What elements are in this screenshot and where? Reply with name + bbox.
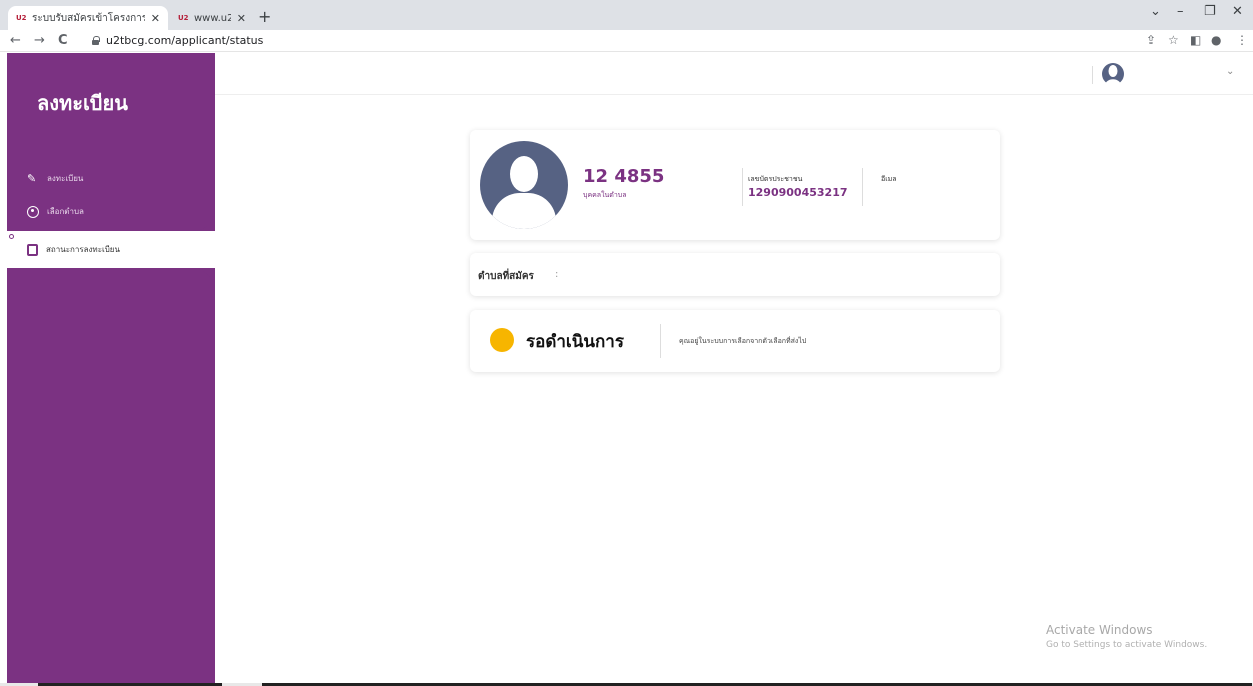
sidebar-upper: ลงทะเบียน ✎ ลงทะเบียน เลือกตำบล [7, 53, 215, 231]
district-card: ตำบลที่สมัคร : [470, 253, 1000, 296]
maximize-button[interactable]: ❐ [1204, 4, 1216, 19]
pencil-icon: ✎ [27, 171, 37, 185]
pending-status-icon [490, 328, 514, 352]
browser-tab-active[interactable]: U2 ระบบรับสมัครเข้าโครงการ U2T BCG ✕ [8, 6, 168, 30]
profile-card: 12 4855 บุคคลในตำบล เลขบัตรประชาชน 12909… [470, 130, 1000, 240]
email-label: อีเมล [881, 175, 897, 183]
sidepanel-icon[interactable]: ◧ [1190, 33, 1201, 47]
sidebar-item-label: ลงทะเบียน [47, 174, 84, 183]
sidebar-item-label: เลือกตำบล [47, 207, 84, 216]
back-button[interactable]: ← [10, 33, 21, 48]
district-label: ตำบลที่สมัคร [478, 271, 534, 282]
sidebar-item-registration-status[interactable]: สถานะการลงทะเบียน [7, 231, 215, 268]
header-divider [1092, 66, 1093, 84]
divider [660, 324, 661, 358]
share-icon[interactable]: ⇪ [1146, 33, 1156, 47]
browser-tab[interactable]: U2 www.u2t.ac.th | 522: Connection ✕ [170, 6, 254, 30]
address-bar: ← → C u2tbcg.com/applicant/status ⇪ ☆ ◧ … [0, 30, 1253, 52]
forward-button[interactable]: → [34, 33, 45, 48]
activate-windows-subtitle: Go to Settings to activate Windows. [1046, 640, 1208, 650]
browser-tab-bar: U2 ระบบรับสมัครเข้าโครงการ U2T BCG ✕ U2 … [0, 0, 1253, 30]
menu-icon[interactable]: ⋮ [1236, 33, 1248, 47]
user-avatar-icon[interactable] [1101, 62, 1125, 86]
lock-icon[interactable] [92, 36, 100, 45]
reload-button[interactable]: C [58, 33, 68, 48]
document-search-icon [27, 243, 38, 256]
tab-list-button[interactable]: ⌄ [1150, 4, 1161, 19]
tab-title: www.u2t.ac.th | 522: Connection [194, 12, 231, 24]
sidebar: ลงทะเบียน ✎ ลงทะเบียน เลือกตำบล สถานะการ… [7, 53, 215, 686]
profile-avatar [480, 141, 568, 229]
close-tab-icon[interactable]: ✕ [151, 12, 160, 25]
sidebar-item-select-district[interactable]: เลือกตำบล [27, 205, 84, 218]
id-card-value: 1290900453217 [748, 186, 848, 199]
minimize-button[interactable]: – [1177, 4, 1184, 19]
profile-subtitle: บุคคลในตำบล [583, 191, 627, 199]
location-pin-icon [27, 205, 39, 218]
divider [742, 168, 743, 206]
sidebar-title: ลงทะเบียน [37, 91, 128, 115]
url-field[interactable]: u2tbcg.com/applicant/status [106, 34, 263, 47]
tab-title: ระบบรับสมัครเข้าโครงการ U2T BCG [32, 12, 145, 24]
star-icon[interactable]: ☆ [1168, 33, 1179, 47]
status-card: รอดำเนินการ คุณอยู่ในระบบการเลือกจากตัวเ… [470, 310, 1000, 372]
new-tab-button[interactable]: + [258, 7, 271, 26]
profile-icon[interactable]: ● [1211, 33, 1221, 47]
profile-name: 12 4855 [583, 166, 665, 187]
activate-windows-title: Activate Windows [1046, 623, 1153, 637]
sidebar-lower [7, 268, 215, 686]
divider [862, 168, 863, 206]
site-favicon-icon: U2 [16, 14, 27, 22]
district-separator: : [555, 269, 559, 280]
sidebar-item-label: สถานะการลงทะเบียน [46, 245, 120, 254]
chevron-down-icon[interactable]: ⌄ [1226, 66, 1234, 77]
site-favicon-icon: U2 [178, 14, 189, 22]
close-tab-icon[interactable]: ✕ [237, 12, 246, 25]
status-description: คุณอยู่ในระบบการเลือกจากตัวเลือกที่ส่งไป [679, 337, 807, 345]
sidebar-item-register[interactable]: ✎ ลงทะเบียน [27, 172, 83, 185]
id-card-label: เลขบัตรประชาชน [748, 175, 803, 183]
top-header [215, 53, 1253, 95]
close-window-button[interactable]: ✕ [1232, 4, 1243, 19]
status-title: รอดำเนินการ [526, 332, 624, 352]
